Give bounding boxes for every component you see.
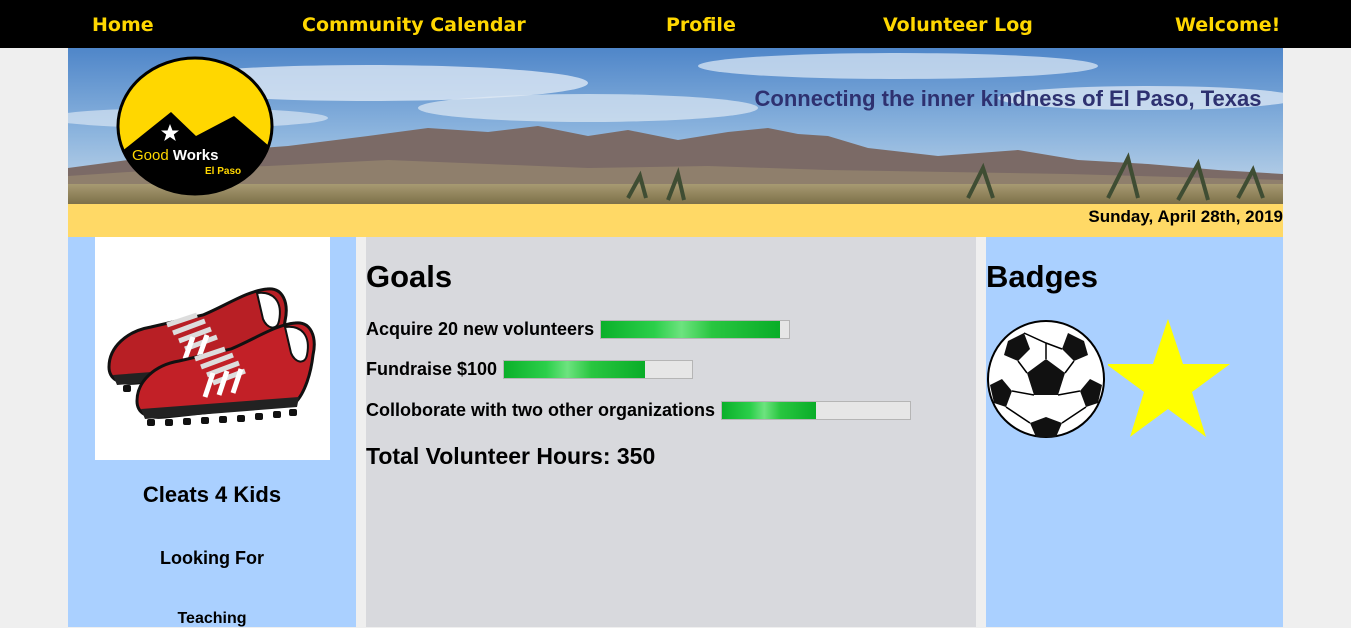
looking-for-heading: Looking For bbox=[160, 548, 264, 568]
goal-progress-bar bbox=[600, 319, 791, 339]
soccer-ball-icon[interactable] bbox=[986, 319, 1106, 439]
header-banner: Good Works El Paso Connecting the inner … bbox=[68, 48, 1283, 204]
goal-progress-bar bbox=[721, 400, 911, 420]
goal-row: Acquire 20 new volunteers bbox=[366, 318, 791, 340]
logo-works-text: Works bbox=[173, 147, 219, 164]
goal-label: Acquire 20 new volunteers bbox=[366, 318, 595, 339]
goal-row: Fundraise $100 bbox=[366, 358, 694, 380]
goal-progress-fill bbox=[601, 320, 780, 338]
top-navigation: Home Community Calendar Profile Voluntee… bbox=[0, 0, 1351, 48]
goal-progress-fill bbox=[722, 401, 816, 419]
svg-text:Good Works: Good Works bbox=[132, 147, 218, 164]
nav-volunteer-log-link[interactable]: Volunteer Log bbox=[883, 14, 1033, 36]
nav-welcome-link[interactable]: Welcome! bbox=[1175, 14, 1280, 36]
star-icon[interactable] bbox=[1108, 317, 1232, 441]
goal-label: Colloborate with two other organizations bbox=[366, 399, 715, 420]
badges-heading: Badges bbox=[986, 259, 1098, 294]
organization-panel: Cleats 4 Kids Looking For Teaching bbox=[68, 237, 356, 627]
goals-heading: Goals bbox=[366, 259, 453, 294]
organization-name: Cleats 4 Kids bbox=[142, 482, 282, 507]
organization-image bbox=[95, 237, 330, 460]
goal-progress-bar bbox=[503, 359, 694, 379]
nav-home-link[interactable]: Home bbox=[92, 14, 154, 36]
goal-label: Fundraise $100 bbox=[366, 358, 498, 379]
need-item: Teaching bbox=[177, 610, 247, 627]
soccer-cleats-icon bbox=[107, 287, 316, 426]
goal-progress-fill bbox=[504, 360, 646, 378]
nav-community-calendar-link[interactable]: Community Calendar bbox=[302, 14, 526, 36]
logo-el-paso-text: El Paso bbox=[205, 166, 241, 177]
good-works-logo[interactable]: Good Works El Paso bbox=[116, 56, 276, 198]
badges-panel: Badges bbox=[986, 237, 1283, 627]
logo-good-text: Good bbox=[132, 147, 169, 164]
page-margin-left bbox=[0, 48, 68, 627]
total-volunteer-hours: Total Volunteer Hours: 350 bbox=[366, 443, 656, 469]
tagline: Connecting the inner kindness of El Paso… bbox=[754, 86, 1262, 111]
nav-profile-link[interactable]: Profile bbox=[666, 14, 736, 36]
current-date: Sunday, April 28th, 2019 bbox=[1088, 207, 1283, 226]
goals-panel: Goals Acquire 20 new volunteers Fundrais… bbox=[366, 237, 976, 627]
page-margin-right bbox=[1283, 48, 1351, 627]
goal-row: Colloborate with two other organizations bbox=[366, 399, 911, 421]
date-bar: Sunday, April 28th, 2019 bbox=[68, 204, 1283, 237]
